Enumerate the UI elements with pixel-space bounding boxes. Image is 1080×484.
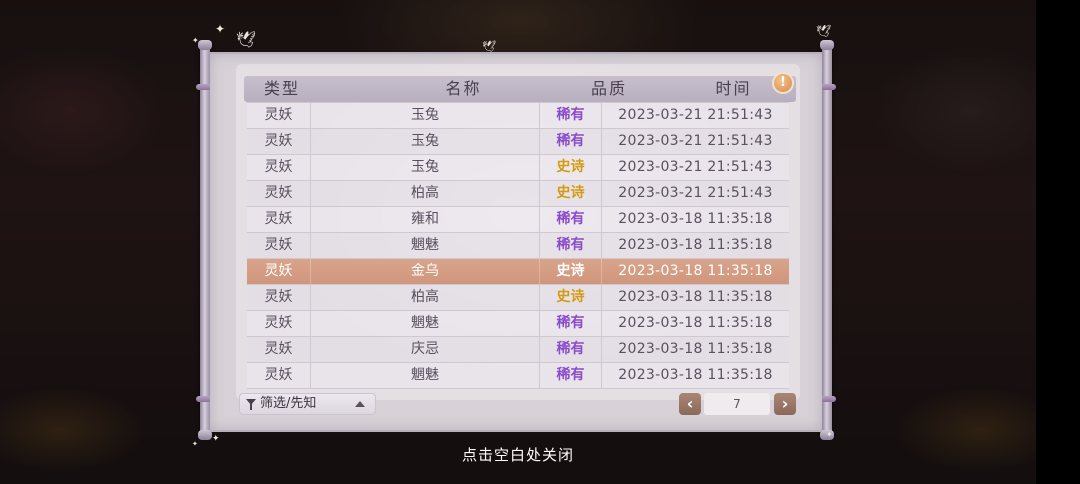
- scroll-rod-right: [818, 40, 836, 440]
- header-type: 类型: [263, 79, 300, 98]
- rod-cap-top: [198, 40, 212, 50]
- header-time: 时间: [715, 79, 752, 98]
- table-row-selected[interactable]: 灵妖 金乌 史诗 2023-03-18 11:35:18: [247, 259, 789, 285]
- table-row[interactable]: 灵妖 柏高 史诗 2023-03-18 11:35:18: [247, 285, 789, 311]
- page-number: 7: [704, 393, 770, 415]
- sparkle-icon: ✦: [212, 434, 220, 444]
- cell-quality: 稀有: [540, 337, 602, 362]
- cell-type: 灵妖: [247, 103, 311, 128]
- cell-name: 玉兔: [311, 129, 540, 154]
- table-row[interactable]: 灵妖 魍魅 稀有 2023-03-18 11:35:18: [247, 311, 789, 337]
- cell-type: 灵妖: [247, 337, 311, 362]
- cell-quality: 稀有: [540, 103, 602, 128]
- sparkle-icon: ✦: [192, 440, 198, 448]
- cell-name: 玉兔: [311, 103, 540, 128]
- cell-type: 灵妖: [247, 285, 311, 310]
- table-row[interactable]: 灵妖 玉兔 稀有 2023-03-21 21:51:43: [247, 103, 789, 129]
- cell-name: 金乌: [311, 259, 540, 284]
- cell-name: 庆忌: [311, 337, 540, 362]
- prev-page-button[interactable]: ‹: [679, 393, 701, 415]
- cell-quality: 稀有: [540, 207, 602, 232]
- rod-cap-top: [820, 40, 834, 50]
- cell-quality: 史诗: [540, 259, 602, 284]
- cell-name: 柏高: [311, 181, 540, 206]
- cell-quality: 稀有: [540, 363, 602, 388]
- header-name: 名称: [445, 79, 482, 98]
- table-row[interactable]: 灵妖 庆忌 稀有 2023-03-18 11:35:18: [247, 337, 789, 363]
- table-header: 类型 名称 品质 时间: [244, 76, 796, 102]
- sparkle-icon: ✦: [215, 22, 226, 36]
- cell-quality: 史诗: [540, 155, 602, 180]
- cell-name: 魍魅: [311, 311, 540, 336]
- cell-type: 灵妖: [247, 311, 311, 336]
- cell-type: 灵妖: [247, 259, 311, 284]
- next-page-button[interactable]: ›: [774, 393, 796, 415]
- cell-name: 玉兔: [311, 155, 540, 180]
- table-row[interactable]: 灵妖 玉兔 史诗 2023-03-21 21:51:43: [247, 155, 789, 181]
- cell-time: 2023-03-18 11:35:18: [618, 237, 773, 253]
- swallow-icon: 🕊: [816, 24, 832, 38]
- table-row[interactable]: 灵妖 柏高 史诗 2023-03-21 21:51:43: [247, 181, 789, 207]
- cell-type: 灵妖: [247, 155, 311, 180]
- cell-time: 2023-03-18 11:35:18: [618, 315, 773, 331]
- cell-time: 2023-03-18 11:35:18: [618, 211, 773, 227]
- cell-type: 灵妖: [247, 129, 311, 154]
- table-row[interactable]: 灵妖 雍和 稀有 2023-03-18 11:35:18: [247, 207, 789, 233]
- table-row[interactable]: 灵妖 魍魅 稀有 2023-03-18 11:35:18: [247, 363, 789, 389]
- cell-time: 2023-03-18 11:35:18: [618, 289, 773, 305]
- screen-edge-bar: [1036, 0, 1080, 484]
- caret-up-icon: [355, 401, 365, 407]
- funnel-icon: [246, 399, 256, 410]
- chevron-right-icon: ›: [781, 394, 789, 413]
- cell-time: 2023-03-21 21:51:43: [618, 159, 773, 175]
- swallow-icon: 🕊: [482, 40, 496, 53]
- cell-quality: 稀有: [540, 129, 602, 154]
- cell-quality: 史诗: [540, 285, 602, 310]
- sparkle-icon: ✦: [826, 430, 833, 439]
- close-hint-text: 点击空白处关闭: [461, 446, 574, 464]
- exclamation-icon: !: [780, 75, 786, 90]
- cell-type: 灵妖: [247, 207, 311, 232]
- cell-time: 2023-03-21 21:51:43: [618, 107, 773, 123]
- record-table: 灵妖 玉兔 稀有 2023-03-21 21:51:43 灵妖 玉兔 稀有 20…: [247, 102, 789, 389]
- cell-type: 灵妖: [247, 363, 311, 388]
- filter-foresight-button[interactable]: 筛选/先知: [239, 393, 376, 415]
- cell-name: 雍和: [311, 207, 540, 232]
- scroll-rod-left: [196, 40, 214, 440]
- cell-quality: 稀有: [540, 311, 602, 336]
- cell-time: 2023-03-21 21:51:43: [618, 185, 773, 201]
- cell-time: 2023-03-18 11:35:18: [618, 367, 773, 383]
- header-quality: 品质: [590, 79, 627, 98]
- cell-time: 2023-03-18 11:35:18: [618, 263, 773, 279]
- cell-type: 灵妖: [247, 181, 311, 206]
- cell-name: 魍魅: [311, 363, 540, 388]
- cell-time: 2023-03-18 11:35:18: [618, 341, 773, 357]
- cell-quality: 史诗: [540, 181, 602, 206]
- cell-name: 魍魅: [311, 233, 540, 258]
- table-row[interactable]: 灵妖 魍魅 稀有 2023-03-18 11:35:18: [247, 233, 789, 259]
- filter-label: 筛选/先知: [260, 396, 317, 411]
- chevron-left-icon: ‹: [686, 394, 694, 413]
- table-row[interactable]: 灵妖 玉兔 稀有 2023-03-21 21:51:43: [247, 129, 789, 155]
- cell-time: 2023-03-21 21:51:43: [618, 133, 773, 149]
- cell-name: 柏高: [311, 285, 540, 310]
- info-button[interactable]: !: [772, 72, 794, 94]
- sparkle-icon: ✦: [192, 36, 199, 45]
- cell-quality: 稀有: [540, 233, 602, 258]
- swallow-icon: 🕊: [236, 30, 257, 49]
- cell-type: 灵妖: [247, 233, 311, 258]
